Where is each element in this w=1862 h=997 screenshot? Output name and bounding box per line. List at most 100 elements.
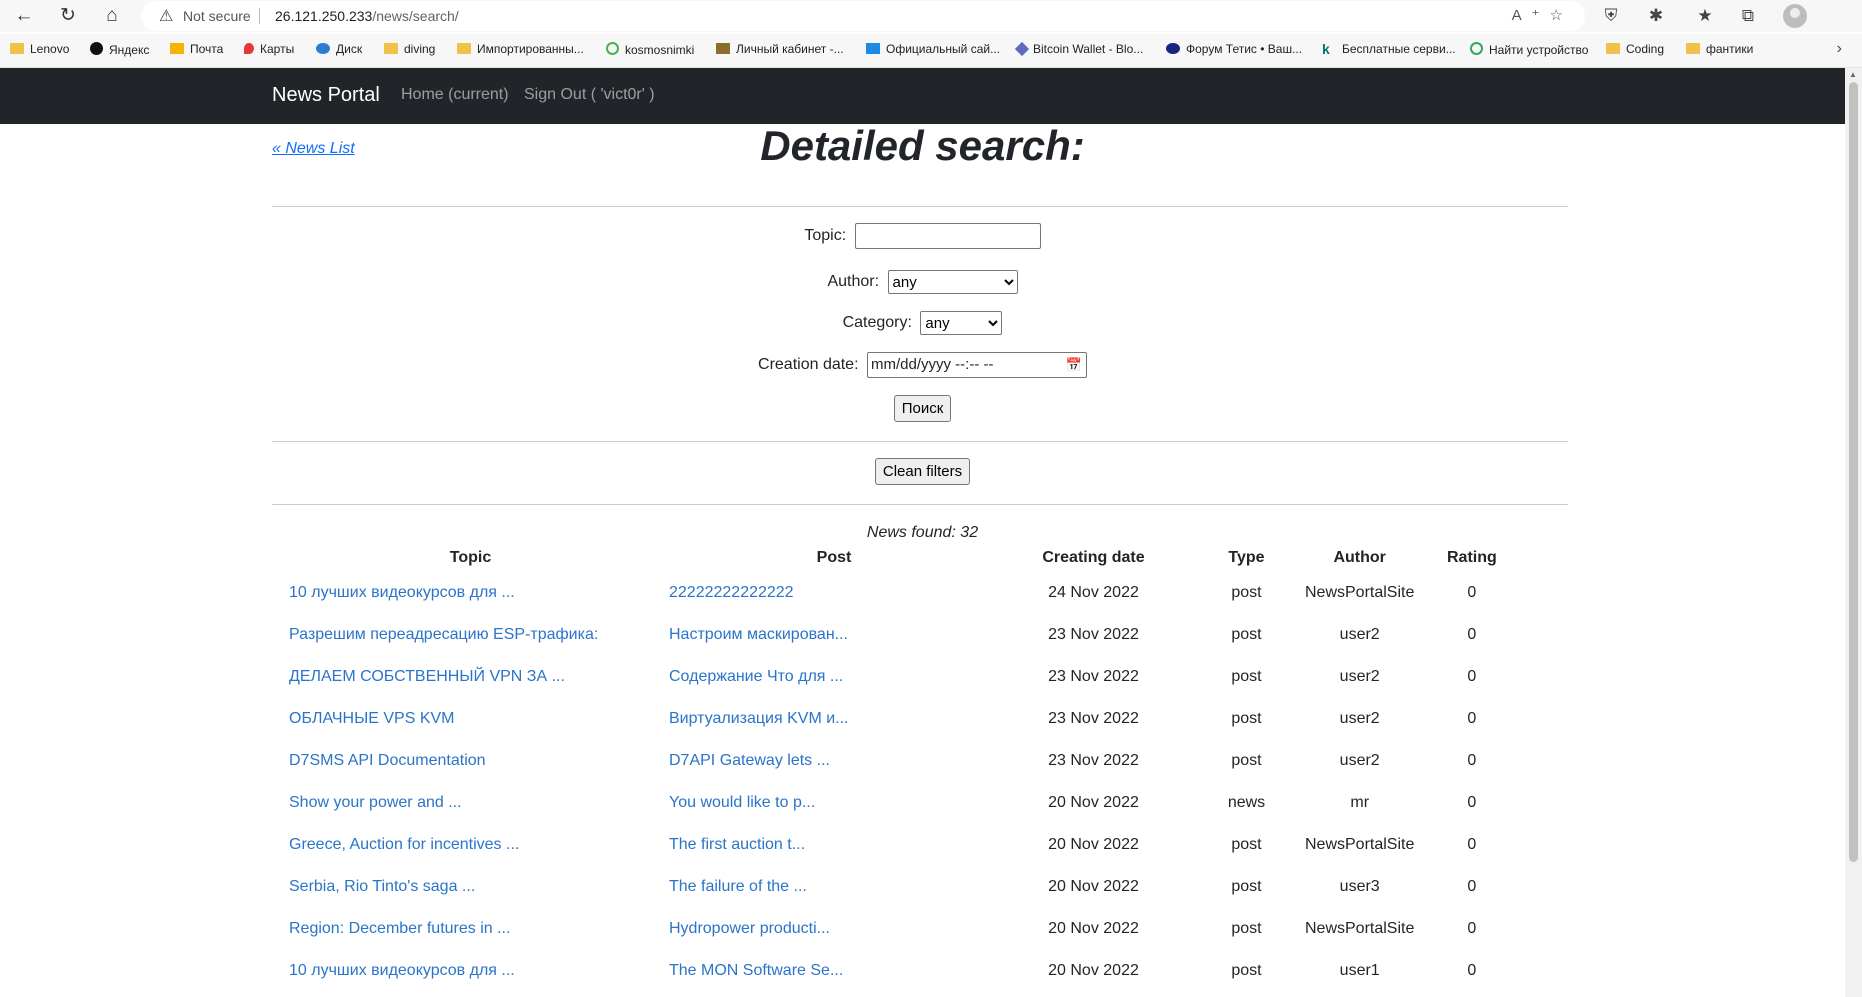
clean-filters-button[interactable]: Clean filters bbox=[874, 458, 971, 485]
row-spacer bbox=[1529, 572, 1568, 614]
bookmark-item[interactable]: Найти устройство bbox=[1470, 42, 1588, 57]
bookmark-item[interactable]: фантики bbox=[1686, 42, 1753, 56]
bookmark-item[interactable]: Карты bbox=[244, 42, 294, 56]
folder-icon bbox=[1606, 43, 1620, 54]
divider bbox=[272, 441, 1568, 442]
bookmark-item[interactable]: Lenovo bbox=[10, 42, 69, 56]
author-select[interactable]: any bbox=[887, 270, 1018, 294]
extensions-icon[interactable]: ✱ bbox=[1643, 4, 1669, 28]
cell-author: user2 bbox=[1339, 668, 1380, 685]
cell-post-link[interactable]: The first auction t... bbox=[669, 824, 999, 866]
table-row: Serbia, Rio Tinto's saga ... The failure … bbox=[272, 866, 1568, 908]
read-aloud-icon[interactable]: A⁺☆ bbox=[1512, 6, 1573, 24]
bookmark-item[interactable]: Личный кабинет -... bbox=[716, 42, 844, 56]
calendar-icon[interactable]: 📅 bbox=[1066, 353, 1082, 377]
cell-topic-link[interactable]: Show your power and ... bbox=[272, 782, 669, 824]
scrollbar-thumb[interactable] bbox=[1849, 82, 1858, 862]
bookmark-item[interactable]: Bitcoin Wallet - Blo... bbox=[1014, 41, 1143, 57]
cell-topic-link[interactable]: 10 лучших видеокурсов для ... bbox=[272, 572, 669, 614]
category-select[interactable]: any bbox=[920, 311, 1003, 335]
cell-topic-link[interactable]: ДЕЛАЕМ СОБСТВЕННЫЙ VPN ЗА ... bbox=[272, 656, 669, 698]
cell-post-link[interactable]: Hydropower producti... bbox=[669, 908, 999, 950]
bookmark-item[interactable]: Яндекс bbox=[90, 42, 149, 57]
home-icon[interactable]: ⌂ bbox=[100, 4, 124, 28]
cell-topic-link[interactable]: Greece, Auction for incentives ... bbox=[272, 824, 669, 866]
cell-type: post bbox=[1231, 920, 1262, 937]
cell-topic-link[interactable]: Region: December futures in ... bbox=[272, 908, 669, 950]
cell-author: NewsPortalSite bbox=[1305, 584, 1415, 601]
cell-type: post bbox=[1231, 584, 1262, 601]
cell-author: user2 bbox=[1339, 752, 1380, 769]
cell-type: news bbox=[1227, 794, 1266, 811]
table-row: ДЕЛАЕМ СОБСТВЕННЫЙ VPN ЗА ... Содержание … bbox=[272, 656, 1568, 698]
bookmark-item[interactable]: Форум Тетис • Ваш... bbox=[1166, 42, 1302, 56]
cell-topic-link[interactable]: ОБЛАЧНЫЕ VPS KVM bbox=[272, 698, 669, 740]
bookmark-item[interactable]: k Бесплатные серви... bbox=[1322, 42, 1456, 56]
table-row: D7SMS API Documentation D7API Gateway let… bbox=[272, 740, 1568, 782]
profile-avatar[interactable] bbox=[1783, 4, 1807, 28]
chevron-right-icon[interactable]: › bbox=[1837, 40, 1842, 58]
cell-post-link[interactable]: D7API Gateway lets ... bbox=[669, 740, 999, 782]
collections-icon[interactable]: ⧉ bbox=[1735, 4, 1761, 28]
column-header-type: Type bbox=[1228, 549, 1265, 566]
bookmark-item[interactable]: kosmosnimki bbox=[606, 42, 694, 57]
cell-author: NewsPortalSite bbox=[1305, 920, 1415, 937]
cell-rating: 0 bbox=[1467, 836, 1477, 853]
table-row: Разрешим переадресацию ESP-трафика: Настр… bbox=[272, 614, 1568, 656]
reload-icon[interactable]: ↻ bbox=[56, 4, 80, 28]
cell-topic-link[interactable]: Serbia, Rio Tinto's saga ... bbox=[272, 866, 669, 908]
bookmark-item[interactable]: Официальный сай... bbox=[866, 42, 1000, 56]
row-spacer bbox=[1529, 782, 1568, 824]
cell-topic-link[interactable]: Разрешим переадресацию ESP-трафика: bbox=[272, 614, 669, 656]
nav-signout-link[interactable]: Sign Out ( 'vict0r' ) bbox=[524, 86, 655, 104]
url-text[interactable]: 26.121.250.233/news/search/ bbox=[275, 8, 459, 24]
cell-date: 23 Nov 2022 bbox=[1048, 752, 1139, 769]
warning-icon: ⚠ bbox=[159, 8, 174, 25]
bookmark-item[interactable]: Coding bbox=[1606, 42, 1664, 56]
cell-date: 23 Nov 2022 bbox=[1048, 710, 1139, 727]
back-arrow-icon[interactable]: ← bbox=[12, 4, 36, 28]
table-header-row: Topic Post Creating date Type Author Rat… bbox=[272, 544, 1568, 572]
cell-post-link[interactable]: 22222222222222 bbox=[669, 572, 999, 614]
url-host: 26.121.250.233 bbox=[275, 8, 373, 24]
nav-home-link[interactable]: Home (current) bbox=[401, 86, 509, 104]
author-label: Author: bbox=[827, 273, 880, 291]
row-spacer bbox=[1529, 950, 1568, 992]
bookmark-item[interactable]: Импортированны... bbox=[457, 42, 584, 56]
cell-post-link[interactable]: The failure of the ... bbox=[669, 866, 999, 908]
cell-post-link[interactable]: Настроим маскирован... bbox=[669, 614, 999, 656]
cell-type: post bbox=[1231, 626, 1262, 643]
scroll-up-arrow-icon[interactable]: ▲ bbox=[1849, 70, 1857, 79]
url-path: /news/search/ bbox=[372, 8, 459, 24]
cell-rating: 0 bbox=[1467, 878, 1477, 895]
search-button[interactable]: Поиск bbox=[893, 395, 952, 422]
cell-post-link[interactable]: The MON Software Se... bbox=[669, 950, 999, 992]
cell-post-link[interactable]: You would like to p... bbox=[669, 782, 999, 824]
clean-row: Clean filters bbox=[0, 458, 1845, 485]
k-icon: k bbox=[1322, 41, 1330, 57]
bookmark-item[interactable]: Диск bbox=[316, 42, 362, 56]
topic-input[interactable] bbox=[854, 223, 1041, 249]
cell-topic-link[interactable]: 10 лучших видеокурсов для ... bbox=[272, 950, 669, 992]
cell-topic-link[interactable]: D7SMS API Documentation bbox=[272, 740, 669, 782]
row-spacer bbox=[1529, 614, 1568, 656]
date-label: Creation date: bbox=[758, 356, 859, 374]
bookmark-item[interactable]: diving bbox=[384, 42, 435, 56]
creation-date-input[interactable]: mm/dd/yyyy --:-- -- 📅 bbox=[866, 352, 1087, 378]
cell-post-link[interactable]: Виртуализация KVM и... bbox=[669, 698, 999, 740]
column-spacer bbox=[1529, 544, 1568, 572]
shield-extension-icon[interactable]: ⛨ bbox=[1598, 4, 1624, 28]
address-bar[interactable]: ⚠ Not secure 26.121.250.233/news/search/… bbox=[141, 1, 1585, 31]
search-row: Поиск bbox=[0, 395, 1845, 422]
mail-icon bbox=[170, 43, 184, 54]
favorites-icon[interactable]: ★ bbox=[1692, 4, 1718, 28]
cell-author: user3 bbox=[1339, 878, 1380, 895]
cell-author: mr bbox=[1350, 794, 1370, 811]
forum-icon bbox=[1166, 43, 1180, 54]
cell-post-link[interactable]: Содержание Что для ... bbox=[669, 656, 999, 698]
brand-link[interactable]: News Portal bbox=[272, 84, 380, 107]
bookmark-item[interactable]: Почта bbox=[170, 42, 223, 56]
cell-type: post bbox=[1231, 752, 1262, 769]
page-scrollbar[interactable]: ▲ bbox=[1845, 68, 1862, 997]
cell-rating: 0 bbox=[1467, 626, 1477, 643]
